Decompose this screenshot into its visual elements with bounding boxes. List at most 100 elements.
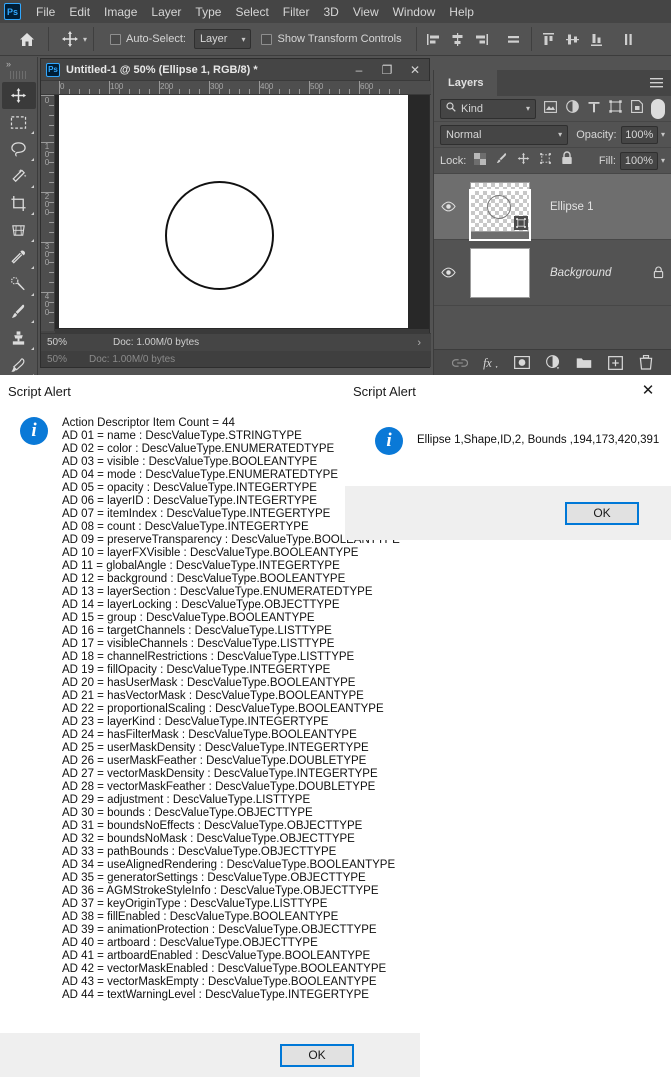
rectangular-marquee-tool[interactable] <box>2 109 36 136</box>
horizontal-ruler[interactable]: 0 100 200 300 400 500 600 <box>41 81 431 95</box>
zoom-level[interactable]: 50% <box>41 337 87 348</box>
menu-type[interactable]: Type <box>188 2 228 22</box>
auto-select-target-dropdown[interactable]: Layer ▾ <box>193 29 252 49</box>
ok-button[interactable]: OK <box>565 501 639 525</box>
lasso-tool[interactable] <box>2 136 36 163</box>
add-layer-mask-icon[interactable] <box>513 354 531 372</box>
filter-kind-dropdown[interactable]: Kind ▾ <box>440 98 536 119</box>
layer-style-fx-icon[interactable]: fx <box>482 354 500 372</box>
delete-layer-icon[interactable] <box>637 354 655 372</box>
menu-window[interactable]: Window <box>386 2 443 22</box>
panel-drag-grip[interactable] <box>10 71 27 79</box>
menu-image[interactable]: Image <box>97 2 144 22</box>
distribute-icon[interactable] <box>618 28 640 50</box>
layer-visibility-toggle[interactable] <box>434 201 462 212</box>
lock-position-icon[interactable] <box>517 152 530 170</box>
menu-3d[interactable]: 3D <box>316 2 345 22</box>
blend-mode-dropdown[interactable]: Normal ▾ <box>440 124 569 145</box>
layer-thumbnail-ellipse-1[interactable] <box>470 181 530 232</box>
smart-object-filter-icon[interactable] <box>631 99 643 118</box>
menu-help[interactable]: Help <box>442 2 481 22</box>
menu-file[interactable]: File <box>29 2 62 22</box>
adjustment-filter-icon[interactable] <box>566 99 579 118</box>
fill-value[interactable]: 100% <box>619 151 658 170</box>
menu-view[interactable]: View <box>346 2 386 22</box>
perspective-crop-tool[interactable] <box>2 217 36 244</box>
align-bottom-edges-icon[interactable] <box>586 28 608 50</box>
lock-artboard-nesting-icon[interactable] <box>539 152 552 170</box>
ruler-h-label: 500 <box>310 82 324 91</box>
lock-transparent-pixels-icon[interactable] <box>474 152 487 170</box>
tool-flyout-indicator[interactable] <box>30 347 34 350</box>
opacity-chevron-down-icon[interactable]: ▾ <box>661 130 665 139</box>
new-fill-adjustment-icon[interactable] <box>544 354 562 372</box>
crop-tool[interactable] <box>2 190 36 217</box>
home-icon[interactable] <box>12 24 42 54</box>
tool-flyout-indicator[interactable] <box>30 185 34 188</box>
layer-row-ellipse-1[interactable]: Ellipse 1 <box>434 174 671 241</box>
brush-tool[interactable] <box>2 298 36 325</box>
tool-flyout-indicator[interactable] <box>30 293 34 296</box>
tool-flyout-indicator[interactable] <box>30 212 34 215</box>
pixel-filter-icon[interactable] <box>544 100 557 118</box>
collapse-panel-icon[interactable]: » <box>0 57 37 71</box>
align-vertical-centers-icon[interactable] <box>562 28 584 50</box>
maximize-button[interactable]: ❐ <box>373 60 401 80</box>
magic-wand-tool[interactable] <box>2 163 36 190</box>
auto-select-checkbox[interactable]: Auto-Select: <box>110 33 186 45</box>
new-group-icon[interactable] <box>575 354 593 372</box>
ok-button[interactable]: OK <box>280 1043 354 1067</box>
tool-flyout-indicator[interactable] <box>30 131 34 134</box>
type-filter-icon[interactable] <box>588 100 600 118</box>
spot-healing-brush-tool[interactable] <box>2 271 36 298</box>
tool-flyout-indicator[interactable] <box>30 239 34 242</box>
ellipse-1-shape[interactable] <box>165 181 274 290</box>
align-top-edges-icon[interactable] <box>538 28 560 50</box>
panel-menu-icon[interactable] <box>642 70 671 96</box>
align-middle-icon[interactable] <box>503 28 525 50</box>
lock-all-icon[interactable] <box>561 151 573 170</box>
eyedropper-tool[interactable] <box>2 244 36 271</box>
menu-select[interactable]: Select <box>228 2 275 22</box>
menu-layer[interactable]: Layer <box>144 2 188 22</box>
layer-name-ellipse-1[interactable]: Ellipse 1 <box>550 201 645 213</box>
tool-flyout-indicator[interactable] <box>30 158 34 161</box>
canvas-area[interactable] <box>55 95 429 331</box>
layer-row-background[interactable]: Background <box>434 240 671 306</box>
photoshop-app: Ps File Edit Image Layer Type Select Fil… <box>0 0 671 377</box>
menu-filter[interactable]: Filter <box>276 2 317 22</box>
align-horizontal-centers-icon[interactable] <box>447 28 469 50</box>
new-layer-icon[interactable] <box>606 354 624 372</box>
align-left-edges-icon[interactable] <box>423 28 445 50</box>
tool-flyout-indicator[interactable] <box>30 320 34 323</box>
tool-flyout-indicator[interactable] <box>30 266 34 269</box>
document-canvas[interactable] <box>59 95 408 328</box>
layer-visibility-toggle[interactable] <box>434 267 462 278</box>
shape-filter-icon[interactable] <box>609 99 622 118</box>
lock-image-pixels-icon[interactable] <box>495 152 508 170</box>
vertical-ruler[interactable]: 0 100 200 300 400 <box>41 95 55 331</box>
layer-thumbnail-background[interactable] <box>470 247 530 298</box>
checkbox-box[interactable] <box>110 33 122 45</box>
tool-preset-picker[interactable]: ▾ <box>61 30 87 48</box>
move-tool[interactable] <box>1 82 36 109</box>
align-right-edges-icon[interactable] <box>471 28 493 50</box>
link-layers-icon[interactable] <box>451 354 469 372</box>
status-expand-icon[interactable]: › <box>417 337 431 349</box>
close-button[interactable]: ✕ <box>401 60 429 80</box>
clone-stamp-tool[interactable] <box>2 325 36 352</box>
tab-layers[interactable]: Layers <box>434 70 498 96</box>
opacity-value[interactable]: 100% <box>620 125 658 144</box>
tools-panel: » <box>0 57 38 377</box>
fill-chevron-down-icon[interactable]: ▾ <box>661 156 665 165</box>
filter-enable-toggle[interactable] <box>651 98 665 119</box>
show-transform-controls-checkbox[interactable]: Show Transform Controls <box>261 33 402 45</box>
document-title-bar[interactable]: Ps Untitled-1 @ 50% (Ellipse 1, RGB/8) *… <box>41 59 429 81</box>
ruler-v-label-300: 300 <box>44 242 50 267</box>
menu-edit[interactable]: Edit <box>62 2 97 22</box>
minimize-button[interactable]: – <box>345 60 373 80</box>
close-icon[interactable]: ✕ <box>625 375 671 405</box>
layer-name-background[interactable]: Background <box>550 267 645 279</box>
dialog-footer: OK <box>0 1033 420 1077</box>
checkbox-box[interactable] <box>261 33 273 45</box>
